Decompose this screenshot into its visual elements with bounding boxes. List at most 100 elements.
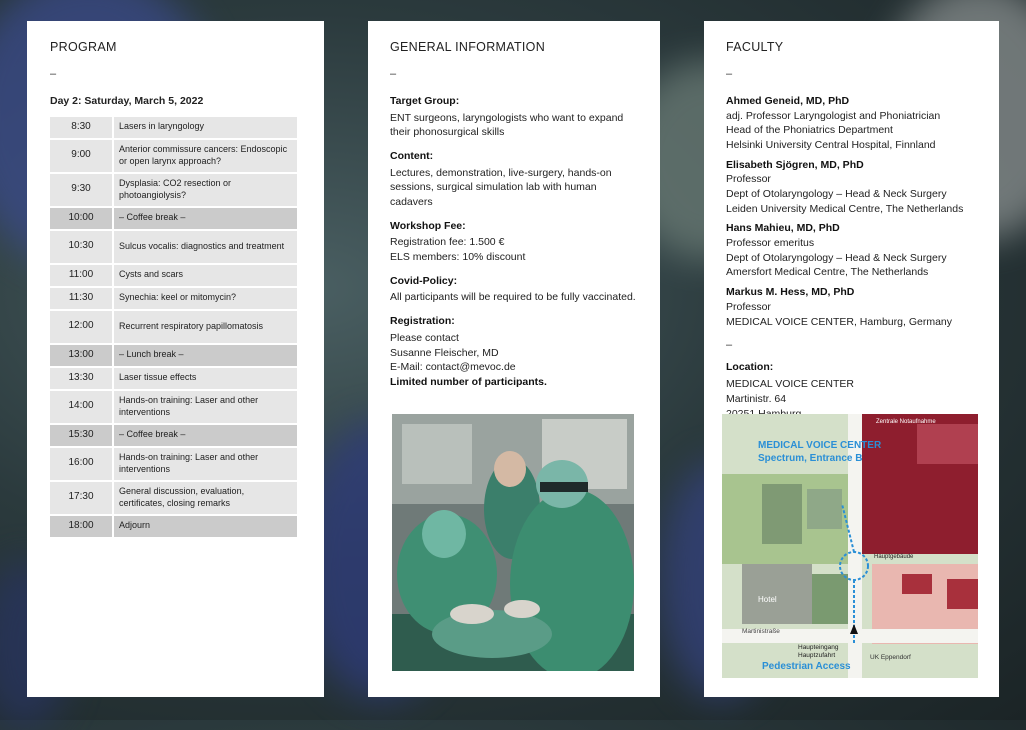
faculty-member: Hans Mahieu, MD, PhD Professor emeritus De… bbox=[726, 221, 977, 280]
faculty-member: Ahmed Geneid, MD, PhD adj. Professor Lary… bbox=[726, 94, 977, 153]
registration-email[interactable]: E-Mail: contact@mevoc.de bbox=[390, 360, 638, 375]
faculty-name: Ahmed Geneid, MD, PhD bbox=[726, 94, 850, 107]
faculty-detail: MEDICAL VOICE CENTER, Hamburg, Germany bbox=[726, 315, 952, 328]
fee-line: ELS members: 10% discount bbox=[390, 251, 526, 264]
map-street-label: Hauptzufahrt bbox=[798, 652, 836, 659]
schedule-row: 11:00 Cysts and scars bbox=[50, 264, 297, 286]
faculty-detail: Helsinki University Central Hospital, Fi… bbox=[726, 138, 936, 151]
faculty-panel: FACULTY – Ahmed Geneid, MD, PhD adj. Prof… bbox=[704, 21, 999, 697]
schedule-activity: Laser tissue effects bbox=[114, 367, 297, 389]
schedule-time: 10:00 bbox=[50, 207, 114, 229]
faculty-name: Elisabeth Sjögren, MD, PhD bbox=[726, 158, 864, 171]
fee-line: Registration fee: 1.500 € bbox=[390, 236, 505, 249]
map-street-label: Martinistraße bbox=[742, 628, 780, 635]
fee-section: Workshop Fee: Registration fee: 1.500 € … bbox=[390, 219, 638, 265]
content-section: Content: Lectures, demonstration, live-s… bbox=[390, 149, 638, 210]
divider: – bbox=[390, 67, 397, 80]
schedule-time: 16:00 bbox=[50, 447, 114, 480]
covid-text: All participants will be required to be … bbox=[390, 291, 636, 304]
fee-heading: Workshop Fee: bbox=[390, 219, 466, 232]
schedule-time: 11:00 bbox=[50, 264, 114, 286]
schedule-activity: General discussion, evaluation, certific… bbox=[114, 481, 297, 514]
schedule-time: 15:30 bbox=[50, 424, 114, 446]
location-line: MEDICAL VOICE CENTER bbox=[726, 378, 854, 391]
map-label-pedestrian: Pedestrian Access bbox=[762, 661, 851, 672]
location-map[interactable]: MEDICAL VOICE CENTER Spectrum, Entrance … bbox=[722, 414, 978, 678]
schedule-row: 13:30 Laser tissue effects bbox=[50, 367, 297, 389]
schedule-activity: Anterior commissure cancers: Endoscopic … bbox=[114, 139, 297, 172]
schedule-row: 10:30 Sulcus vocalis: diagnostics and tre… bbox=[50, 230, 297, 263]
schedule-activity: Recurrent respiratory papillomatosis bbox=[114, 310, 297, 343]
schedule-time: 8:30 bbox=[50, 116, 114, 138]
divider: – bbox=[726, 67, 733, 80]
schedule-activity: – Lunch break – bbox=[114, 344, 297, 366]
schedule-activity: Adjourn bbox=[114, 515, 297, 537]
schedule-activity: Sulcus vocalis: diagnostics and treatmen… bbox=[114, 230, 297, 263]
faculty-detail: Dept of Otolaryngology – Head & Neck Sur… bbox=[726, 251, 947, 264]
schedule-time: 13:00 bbox=[50, 344, 114, 366]
schedule-time: 10:30 bbox=[50, 230, 114, 263]
schedule-activity: Cysts and scars bbox=[114, 264, 297, 286]
general-title: GENERAL INFORMATION bbox=[390, 40, 546, 54]
map-label-line: MEDICAL VOICE CENTER bbox=[758, 440, 882, 451]
schedule-activity: Lasers in laryngology bbox=[114, 116, 297, 138]
schedule-row: 18:00 Adjourn bbox=[50, 515, 297, 537]
faculty-detail: Leiden University Medical Centre, The Ne… bbox=[726, 202, 964, 215]
schedule-row: 13:00– Lunch break – bbox=[50, 344, 297, 366]
faculty-detail: adj. Professor Laryngologist and Phoniat… bbox=[726, 109, 941, 122]
map-street-label: UK Eppendorf bbox=[870, 654, 911, 661]
faculty-name: Markus M. Hess, MD, PhD bbox=[726, 286, 855, 299]
faculty-list: Ahmed Geneid, MD, PhD adj. Professor Lary… bbox=[726, 94, 977, 329]
faculty-member: Elisabeth Sjögren, MD, PhD Professor Dept … bbox=[726, 158, 977, 217]
schedule-time: 11:30 bbox=[50, 287, 114, 309]
schedule-row: 14:00 Hands-on training: Laser and other … bbox=[50, 390, 297, 423]
schedule-activity: – Coffee break – bbox=[114, 207, 297, 229]
target-group-text: ENT surgeons, laryngologists who want to… bbox=[390, 111, 624, 139]
target-group-heading: Target Group: bbox=[390, 94, 460, 107]
faculty-detail: Head of the Phoniatrics Department bbox=[726, 124, 893, 137]
schedule-activity: Dysplasia: CO2 resection or photoangioly… bbox=[114, 173, 297, 206]
faculty-detail: Professor bbox=[726, 173, 771, 186]
registration-line: Susanne Fleischer, MD bbox=[390, 346, 499, 359]
content-text: Lectures, demonstration, live-surgery, h… bbox=[390, 166, 612, 209]
schedule-row: 9:00 Anterior commissure cancers: Endosco… bbox=[50, 139, 297, 172]
surgery-photo bbox=[392, 414, 634, 671]
registration-note: Limited number of participants. bbox=[390, 375, 547, 388]
program-title: PROGRAM bbox=[50, 40, 117, 54]
content-heading: Content: bbox=[390, 149, 434, 162]
registration-line: Please contact bbox=[390, 331, 459, 344]
schedule-activity: Hands-on training: Laser and other inter… bbox=[114, 447, 297, 480]
covid-section: Covid-Policy: All participants will be r… bbox=[390, 274, 638, 305]
target-group-section: Target Group: ENT surgeons, laryngologis… bbox=[390, 94, 638, 140]
schedule-row: 10:00– Coffee break – bbox=[50, 207, 297, 229]
schedule-time: 17:30 bbox=[50, 481, 114, 514]
divider: – bbox=[726, 339, 733, 352]
schedule-activity: Hands-on training: Laser and other inter… bbox=[114, 390, 297, 423]
location-line: Martinistr. 64 bbox=[726, 392, 787, 405]
schedule-row: 15:30– Coffee break – bbox=[50, 424, 297, 446]
schedule-row: 8:30 Lasers in laryngology bbox=[50, 116, 297, 138]
map-street-label: Zentrale Notaufnahme bbox=[876, 419, 936, 425]
faculty-detail: Professor emeritus bbox=[726, 237, 815, 250]
faculty-name: Hans Mahieu, MD, PhD bbox=[726, 222, 840, 235]
divider: – bbox=[50, 67, 57, 80]
covid-heading: Covid-Policy: bbox=[390, 274, 458, 287]
faculty-detail: Dept of Otolaryngology – Head & Neck Sur… bbox=[726, 188, 947, 201]
map-street-label: Hauptgebäude bbox=[874, 554, 914, 560]
general-info-panel: GENERAL INFORMATION – Target Group: ENT … bbox=[368, 21, 660, 697]
registration-heading: Registration: bbox=[390, 315, 455, 328]
schedule-row: 12:00 Recurrent respiratory papillomatosi… bbox=[50, 310, 297, 343]
schedule-table: 8:30 Lasers in laryngology 9:00 Anterior co… bbox=[50, 115, 297, 539]
map-label-mvc: MEDICAL VOICE CENTER Spectrum, Entrance … bbox=[758, 439, 881, 465]
schedule-activity: Synechia: keel or mitomycin? bbox=[114, 287, 297, 309]
schedule-row: 9:30 Dysplasia: CO2 resection or photoang… bbox=[50, 173, 297, 206]
schedule-time: 12:00 bbox=[50, 310, 114, 343]
schedule-time: 14:00 bbox=[50, 390, 114, 423]
day-heading: Day 2: Saturday, March 5, 2022 bbox=[50, 94, 204, 107]
registration-section: Registration: Please contact Susanne Fle… bbox=[390, 314, 638, 389]
faculty-detail: Professor bbox=[726, 300, 771, 313]
location-heading: Location: bbox=[726, 360, 774, 373]
schedule-row: 17:30 General discussion, evaluation, cer… bbox=[50, 481, 297, 514]
schedule-row: 11:30 Synechia: keel or mitomycin? bbox=[50, 287, 297, 309]
schedule-time: 13:30 bbox=[50, 367, 114, 389]
